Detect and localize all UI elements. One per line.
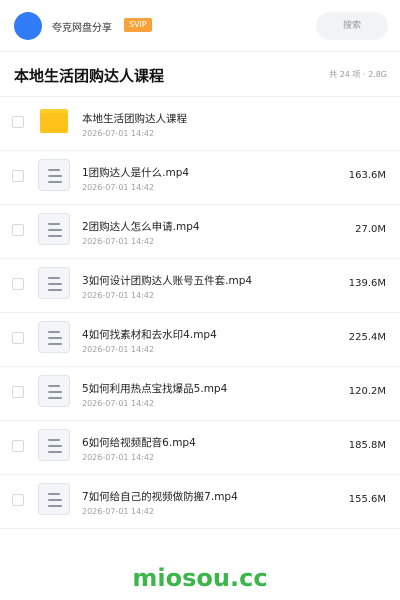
file-name: 5如何利用热点宝找爆品5.mp4 <box>82 383 228 395</box>
list-item[interactable]: 5如何利用热点宝找爆品5.mp4 2026-07-01 14:42 120.2M <box>0 367 400 421</box>
file-name: 4如何找素材和去水印4.mp4 <box>82 329 217 341</box>
file-size: 163.6M <box>348 170 386 181</box>
file-date: 2026-07-01 14:42 <box>82 453 155 462</box>
list-item[interactable]: 6如何给视频配音6.mp4 2026-07-01 14:42 185.8M <box>0 421 400 475</box>
list-item[interactable]: 本地生活团购达人课程 2026-07-01 14:42 <box>0 97 400 151</box>
folder-summary: 共 24 项 · 2.8G <box>329 70 387 79</box>
list-item[interactable]: 7如何给自己的视频做防搬7.mp4 2026-07-01 14:42 155.6… <box>0 475 400 529</box>
top-bar: 夸克网盘分享 SVIP 搜索 <box>0 0 400 52</box>
select-checkbox[interactable] <box>12 332 24 344</box>
file-date: 2026-07-01 14:42 <box>82 507 155 516</box>
file-name: 6如何给视频配音6.mp4 <box>82 437 196 449</box>
file-date: 2026-07-01 14:42 <box>82 129 155 138</box>
file-date: 2026-07-01 14:42 <box>82 237 155 246</box>
search-input[interactable]: 搜索 <box>316 12 388 40</box>
video-file-icon <box>38 267 70 299</box>
file-size: 155.6M <box>348 494 386 505</box>
select-checkbox[interactable] <box>12 224 24 236</box>
folder-header: 本地生活团购达人课程 共 24 项 · 2.8G <box>0 52 400 97</box>
file-name: 3如何设计团购达人账号五件套.mp4 <box>82 275 253 287</box>
file-date: 2026-07-01 14:42 <box>82 345 155 354</box>
video-file-icon <box>38 483 70 515</box>
list-item[interactable]: 2团购达人怎么申请.mp4 2026-07-01 14:42 27.0M <box>0 205 400 259</box>
select-checkbox[interactable] <box>12 440 24 452</box>
video-file-icon <box>38 213 70 245</box>
video-file-icon <box>38 321 70 353</box>
video-file-icon <box>38 429 70 461</box>
select-checkbox[interactable] <box>12 386 24 398</box>
svip-badge: SVIP <box>124 18 152 32</box>
file-name: 本地生活团购达人课程 <box>82 113 187 125</box>
file-size: 185.8M <box>348 440 386 451</box>
file-list: 本地生活团购达人课程 2026-07-01 14:42 1团购达人是什么.mp4… <box>0 97 400 529</box>
share-owner-name: 夸克网盘分享 <box>52 23 112 34</box>
video-file-icon <box>38 159 70 191</box>
select-checkbox[interactable] <box>12 116 24 128</box>
file-size: 139.6M <box>348 278 386 289</box>
file-date: 2026-07-01 14:42 <box>82 399 155 408</box>
avatar[interactable] <box>14 12 42 40</box>
select-checkbox[interactable] <box>12 278 24 290</box>
page-title: 本地生活团购达人课程 <box>14 67 165 85</box>
file-name: 7如何给自己的视频做防搬7.mp4 <box>82 491 238 503</box>
file-date: 2026-07-01 14:42 <box>82 291 155 300</box>
folder-icon <box>40 109 68 133</box>
watermark-text: miosou.cc <box>132 564 268 592</box>
file-date: 2026-07-01 14:42 <box>82 183 155 192</box>
list-item[interactable]: 3如何设计团购达人账号五件套.mp4 2026-07-01 14:42 139.… <box>0 259 400 313</box>
list-item[interactable]: 4如何找素材和去水印4.mp4 2026-07-01 14:42 225.4M <box>0 313 400 367</box>
file-size: 27.0M <box>355 224 386 235</box>
video-file-icon <box>38 375 70 407</box>
select-checkbox[interactable] <box>12 170 24 182</box>
select-checkbox[interactable] <box>12 494 24 506</box>
list-item[interactable]: 1团购达人是什么.mp4 2026-07-01 14:42 163.6M <box>0 151 400 205</box>
file-name: 2团购达人怎么申请.mp4 <box>82 221 200 233</box>
file-name: 1团购达人是什么.mp4 <box>82 167 190 179</box>
file-size: 120.2M <box>348 386 386 397</box>
file-size: 225.4M <box>348 332 386 343</box>
